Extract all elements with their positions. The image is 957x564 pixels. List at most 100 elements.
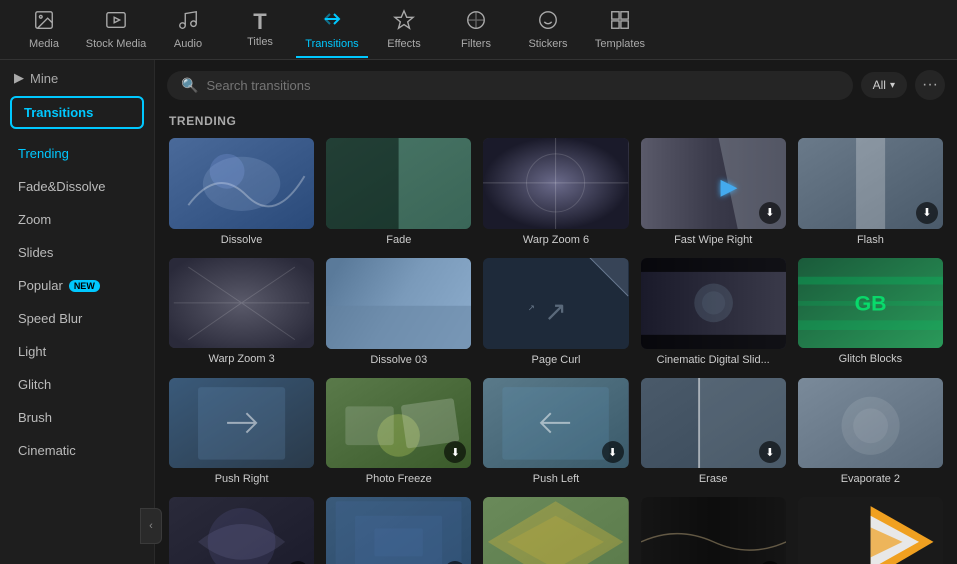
thumb-erase: ⬇	[641, 378, 786, 469]
thumb-glitch: GB	[798, 258, 943, 349]
nav-item-media[interactable]: Media	[8, 2, 80, 58]
nav-item-stickers[interactable]: Stickers	[512, 2, 584, 58]
item-label: Warp Zoom 3	[169, 353, 314, 365]
list-item[interactable]: ⬇ Fade Single Track	[641, 497, 786, 564]
media-icon	[33, 9, 55, 35]
sidebar-item-label: Brush	[18, 410, 52, 425]
download-button[interactable]: ⬇	[759, 441, 781, 463]
top-navigation: Media Stock Media Audio T Titles Transit…	[0, 0, 957, 60]
sidebar-item-trending[interactable]: Trending	[0, 137, 154, 170]
sidebar-item-popular[interactable]: Popular NEW	[0, 269, 154, 302]
item-label: Push Right	[169, 473, 314, 485]
list-item[interactable]: Linear 14	[798, 497, 943, 564]
thumb-fastwipe: ⬇ ▶	[641, 138, 786, 229]
grid-section: TRENDING Dissolve	[155, 106, 957, 564]
list-item[interactable]: Push Right	[169, 378, 314, 486]
list-item[interactable]: ⬇ Photo Freeze	[326, 378, 471, 486]
sidebar-item-slides[interactable]: Slides	[0, 236, 154, 269]
svg-text:↗: ↗	[528, 302, 535, 312]
sidebar-item-speed-blur[interactable]: Speed Blur	[0, 302, 154, 335]
svg-text:↗: ↗	[545, 295, 568, 326]
list-item[interactable]: Cinematic Digital Slid...	[641, 258, 786, 366]
list-item[interactable]: Warp Zoom 6	[483, 138, 628, 246]
item-label: Cinematic Digital Slid...	[641, 354, 786, 366]
download-button[interactable]: ⬇	[759, 202, 781, 224]
nav-item-effects[interactable]: Effects	[368, 2, 440, 58]
sidebar-mine[interactable]: ▶ Mine	[0, 60, 154, 96]
thumb-pushleft: ⬇	[483, 378, 628, 469]
search-input-wrap[interactable]: 🔍	[167, 71, 853, 100]
sidebar-item-label: Zoom	[18, 212, 51, 227]
sidebar-item-cinematic[interactable]: Cinematic	[0, 434, 154, 467]
list-item[interactable]: Evaporate 2	[798, 378, 943, 486]
more-icon: ···	[922, 76, 938, 94]
sidebar-item-brush[interactable]: Brush	[0, 401, 154, 434]
sidebar-collapse-button[interactable]: ‹	[140, 508, 162, 544]
filter-dropdown[interactable]: All ▾	[861, 72, 907, 98]
chevron-left-icon: ‹	[149, 520, 153, 532]
sidebar-item-label: Speed Blur	[18, 311, 82, 326]
svg-text:GB: GB	[854, 291, 886, 315]
search-icon: 🔍	[181, 77, 198, 94]
list-item[interactable]: ⬇ Fast Zoom	[326, 497, 471, 564]
main-content: 🔍 All ▾ ··· TRENDING	[155, 60, 957, 564]
thumb-dissolve	[169, 138, 314, 229]
nav-label-transitions: Transitions	[305, 38, 358, 50]
item-label: Dissolve	[169, 234, 314, 246]
sidebar-item-label: Popular	[18, 278, 63, 293]
nav-label-stock: Stock Media	[86, 38, 147, 50]
audio-icon	[177, 9, 199, 35]
nav-item-filters[interactable]: Filters	[440, 2, 512, 58]
search-input[interactable]	[206, 78, 838, 93]
thumb-fastzoom: ⬇	[326, 497, 471, 564]
list-item[interactable]: Fade	[326, 138, 471, 246]
item-label: Push Left	[483, 473, 628, 485]
thumb-boxturn	[483, 497, 628, 564]
filters-icon	[465, 9, 487, 35]
thumb-warpzoom6	[483, 138, 628, 229]
sidebar-item-glitch[interactable]: Glitch	[0, 368, 154, 401]
list-item[interactable]: Warp Zoom 3	[169, 258, 314, 366]
effects-icon	[393, 9, 415, 35]
thumb-dissolve03	[326, 258, 471, 349]
more-options-button[interactable]: ···	[915, 70, 945, 100]
list-item[interactable]: ⬇ Erase	[641, 378, 786, 486]
list-item[interactable]: ⬇ ▶ Fast Wipe Right	[641, 138, 786, 246]
sidebar-mine-label: Mine	[30, 71, 58, 86]
download-button[interactable]: ⬇	[916, 202, 938, 224]
list-item[interactable]: ⬇ Push Left	[483, 378, 628, 486]
list-item[interactable]: Box Turn 1	[483, 497, 628, 564]
list-item[interactable]: Dissolve 03	[326, 258, 471, 366]
nav-item-audio[interactable]: Audio	[152, 2, 224, 58]
item-label: Fade	[326, 234, 471, 246]
transitions-category-button[interactable]: Transitions	[10, 96, 144, 129]
list-item[interactable]: GB Glitch Blocks	[798, 258, 943, 366]
nav-item-titles[interactable]: T Titles	[224, 2, 296, 58]
list-item[interactable]: ⬇ Blur Dissolve 1	[169, 497, 314, 564]
sidebar: ▶ Mine Transitions Trending Fade&Dissolv…	[0, 60, 155, 564]
thumb-flash: ⬇	[798, 138, 943, 229]
item-label: Flash	[798, 234, 943, 246]
list-item[interactable]: ↗ ↗ Page Curl	[483, 258, 628, 366]
thumb-pagecurl: ↗ ↗	[483, 258, 628, 349]
list-item[interactable]: ⬇ Flash	[798, 138, 943, 246]
download-button[interactable]: ⬇	[602, 441, 624, 463]
body-area: ▶ Mine Transitions Trending Fade&Dissolv…	[0, 60, 957, 564]
item-label: Fast Wipe Right	[641, 234, 786, 246]
sidebar-item-zoom[interactable]: Zoom	[0, 203, 154, 236]
nav-label-templates: Templates	[595, 38, 645, 50]
item-label: Photo Freeze	[326, 473, 471, 485]
item-label: Erase	[641, 473, 786, 485]
transitions-icon	[320, 7, 344, 35]
sidebar-item-light[interactable]: Light	[0, 335, 154, 368]
nav-label-audio: Audio	[174, 38, 202, 50]
sidebar-item-fade-dissolve[interactable]: Fade&Dissolve	[0, 170, 154, 203]
nav-item-transitions[interactable]: Transitions	[296, 2, 368, 58]
sidebar-item-label: Slides	[18, 245, 53, 260]
stock-icon	[105, 9, 127, 35]
section-label: TRENDING	[169, 106, 943, 138]
list-item[interactable]: Dissolve	[169, 138, 314, 246]
nav-item-stock[interactable]: Stock Media	[80, 2, 152, 58]
item-label: Page Curl	[483, 354, 628, 366]
nav-item-templates[interactable]: Templates	[584, 2, 656, 58]
